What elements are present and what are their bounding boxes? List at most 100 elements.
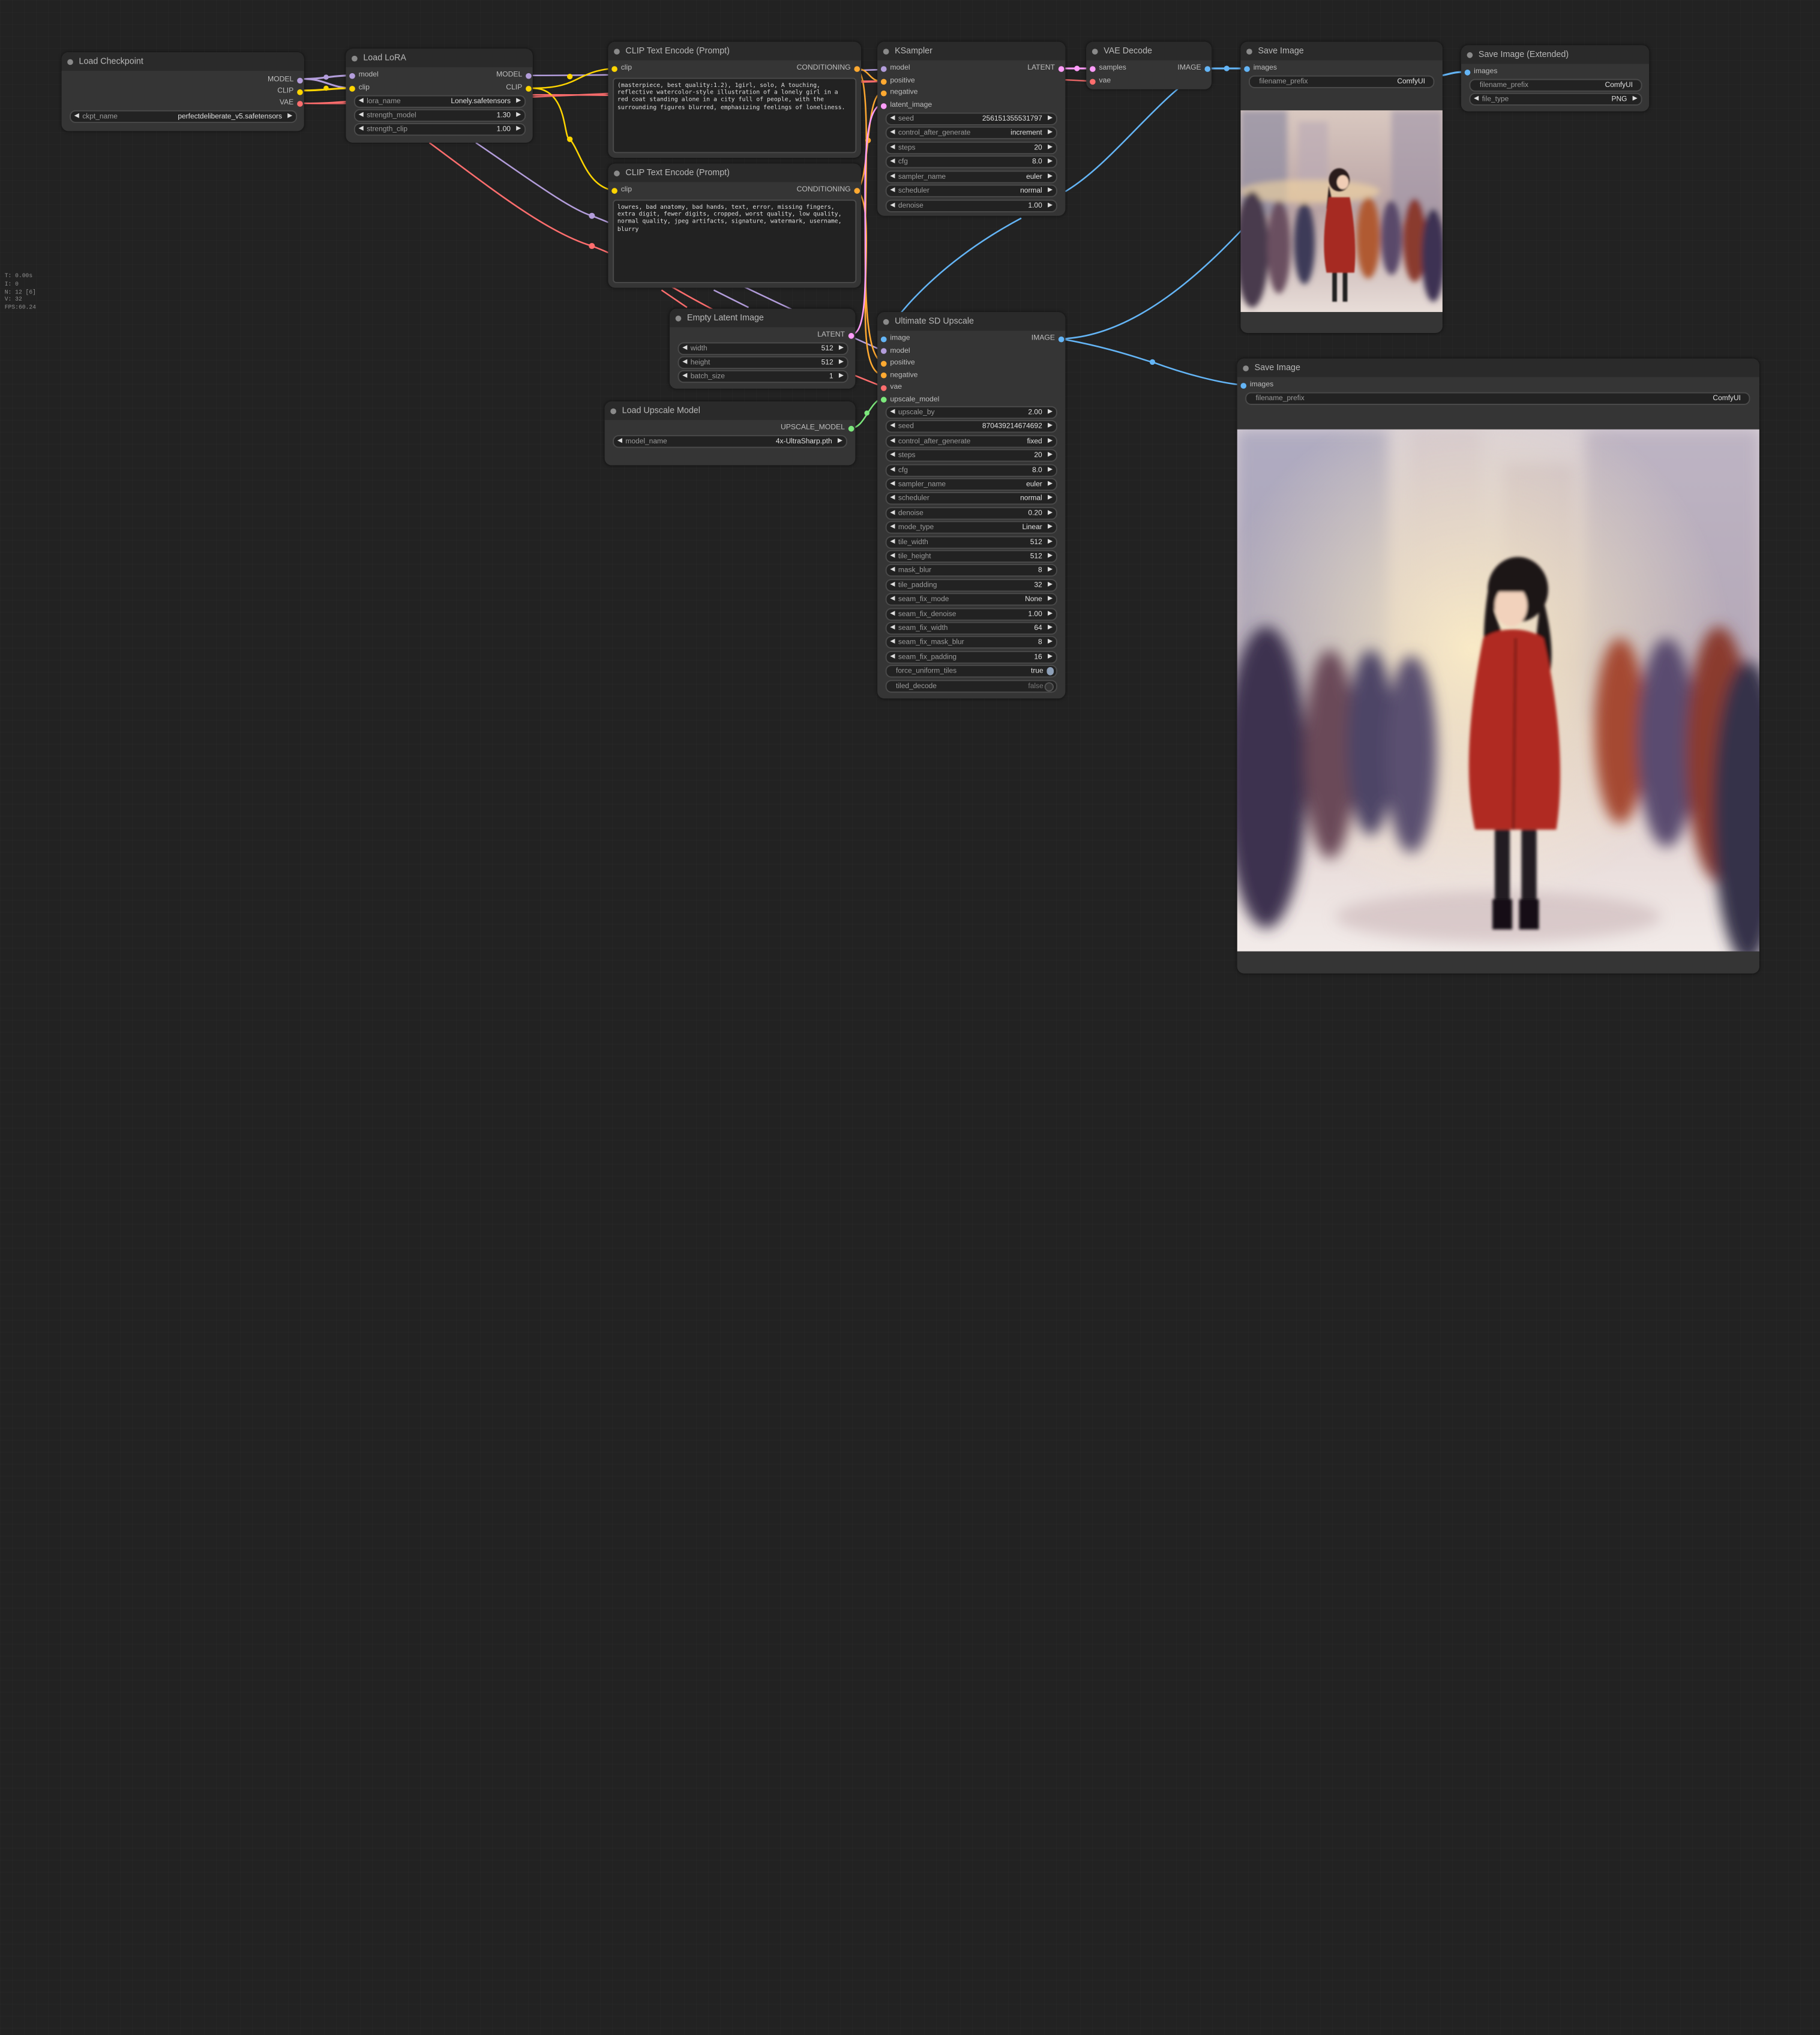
arrow-left-icon[interactable]: ◀ (890, 171, 895, 181)
usd-widget-seam-fix-mask-blur[interactable]: ◀ seam_fix_mask_blur 8 ▶ (885, 636, 1057, 649)
arrow-right-icon[interactable]: ▶ (1048, 465, 1053, 475)
pin[interactable] (1090, 78, 1096, 85)
pin[interactable] (848, 332, 854, 338)
arrow-right-icon[interactable]: ▶ (1048, 580, 1053, 590)
usd-widget-steps[interactable]: ◀ steps 20 ▶ (885, 449, 1057, 463)
input-positive[interactable]: positive (880, 77, 915, 85)
pin[interactable] (297, 88, 303, 95)
ks-widget-steps[interactable]: ◀ steps 20 ▶ (885, 140, 1057, 154)
usd-widget-seed[interactable]: ◀ seed 870439214674692 ▶ (885, 420, 1057, 434)
node-ultimate-sd-upscale[interactable]: Ultimate SD Upscale image model positive… (877, 312, 1066, 699)
arrow-left-icon[interactable]: ◀ (890, 479, 895, 490)
pin[interactable] (880, 348, 887, 354)
input-upscale-model[interactable]: upscale_model (880, 395, 939, 403)
output-latent[interactable]: LATENT (1027, 64, 1065, 72)
arrow-right-icon[interactable]: ▶ (1048, 422, 1053, 432)
usd-widget-sampler-name[interactable]: ◀ sampler_name euler ▶ (885, 478, 1057, 491)
file-type-combo[interactable]: ◀ file_type PNG ▶ (1469, 92, 1642, 106)
collapse-dot[interactable] (614, 48, 620, 54)
output-upscale-model[interactable]: UPSCALE_MODEL (781, 424, 855, 431)
arrow-right-icon[interactable]: ▶ (839, 371, 844, 382)
collapse-dot[interactable] (67, 58, 73, 65)
node-title[interactable]: VAE Decode (1086, 41, 1212, 61)
arrow-left-icon[interactable]: ◀ (890, 580, 895, 590)
arrow-left-icon[interactable]: ◀ (617, 436, 622, 446)
filename-prefix-input[interactable]: filename_prefix ComfyUI (1245, 392, 1750, 405)
toggle-off-icon[interactable] (1044, 682, 1054, 692)
input-clip[interactable]: clip (348, 83, 370, 92)
arrow-right-icon[interactable]: ▶ (1048, 494, 1053, 504)
pin[interactable] (880, 78, 887, 85)
arrow-right-icon[interactable]: ▶ (839, 343, 844, 353)
node-empty-latent-image[interactable]: Empty Latent Image LATENT ◀ width 512 ▶ ◀ he… (669, 308, 856, 389)
arrow-left-icon[interactable]: ◀ (890, 465, 895, 475)
pin[interactable] (880, 372, 887, 379)
collapse-dot[interactable] (883, 48, 889, 54)
pin[interactable] (526, 85, 532, 91)
height-number[interactable]: ◀ height 512 ▶ (677, 356, 848, 370)
node-title[interactable]: CLIP Text Encode (Prompt) (608, 41, 862, 61)
arrow-left-icon[interactable]: ◀ (890, 436, 895, 446)
arrow-left-icon[interactable]: ◀ (890, 113, 895, 124)
pin[interactable] (880, 385, 887, 391)
usd-widget-seam-fix-denoise[interactable]: ◀ seam_fix_denoise 1.00 ▶ (885, 607, 1057, 620)
arrow-left-icon[interactable]: ◀ (74, 112, 79, 122)
node-title[interactable]: KSampler (877, 41, 1066, 61)
output-image[interactable]: IMAGE (1177, 64, 1212, 72)
arrow-left-icon[interactable]: ◀ (359, 97, 364, 107)
arrow-left-icon[interactable]: ◀ (890, 185, 895, 196)
arrow-left-icon[interactable]: ◀ (890, 537, 895, 547)
pin[interactable] (1058, 335, 1065, 342)
arrow-right-icon[interactable]: ▶ (1048, 595, 1053, 605)
usd-widget-mask-blur[interactable]: ◀ mask_blur 8 ▶ (885, 564, 1057, 577)
input-model[interactable]: model (880, 346, 910, 355)
arrow-right-icon[interactable]: ▶ (516, 124, 521, 134)
filename-prefix-input[interactable]: filename_prefix ComfyUI (1248, 75, 1435, 88)
arrow-left-icon[interactable]: ◀ (359, 124, 364, 134)
collapse-dot[interactable] (675, 315, 682, 321)
ks-widget-control-after-generate[interactable]: ◀ control_after_generate increment ▶ (885, 126, 1057, 140)
tiled-decode-toggle[interactable]: tiled_decode false (885, 679, 1057, 692)
arrow-left-icon[interactable]: ◀ (890, 142, 895, 152)
arrow-left-icon[interactable]: ◀ (890, 609, 895, 619)
workflow-canvas[interactable]: T: 0.00s I: 0 N: 12 [6] V: 32 FPS:60.24 … (0, 0, 1820, 2035)
input-image[interactable]: image (880, 334, 910, 343)
arrow-left-icon[interactable]: ◀ (890, 200, 895, 211)
arrow-right-icon[interactable]: ▶ (838, 436, 842, 446)
ks-widget-scheduler[interactable]: ◀ scheduler normal ▶ (885, 184, 1057, 197)
pin[interactable] (1244, 65, 1250, 71)
pin[interactable] (880, 360, 887, 367)
collapse-dot[interactable] (1246, 48, 1252, 54)
arrow-right-icon[interactable]: ▶ (1048, 523, 1053, 533)
node-title[interactable]: Save Image (1240, 41, 1443, 61)
node-save-image-upscaled[interactable]: Save Image images filename_prefix ComfyUI (1237, 358, 1759, 974)
collapse-dot[interactable] (610, 407, 616, 414)
output-image[interactable]: IMAGE (1032, 334, 1066, 343)
usd-widget-tile-width[interactable]: ◀ tile_width 512 ▶ (885, 535, 1057, 548)
arrow-right-icon[interactable]: ▶ (1048, 451, 1053, 461)
arrow-right-icon[interactable]: ▶ (1048, 479, 1053, 490)
arrow-right-icon[interactable]: ▶ (1048, 508, 1053, 518)
arrow-right-icon[interactable]: ▶ (1048, 407, 1053, 418)
toggle-on-icon[interactable] (1046, 667, 1054, 676)
input-vae[interactable]: vae (880, 383, 902, 391)
input-samples[interactable]: samples (1089, 64, 1126, 72)
pin[interactable] (611, 65, 617, 71)
arrow-right-icon[interactable]: ▶ (1048, 566, 1053, 576)
strength-model-number[interactable]: ◀ strength_model 1.30 ▶ (353, 109, 526, 122)
node-load-checkpoint[interactable]: Load Checkpoint MODEL CLIP VAE ◀ ckpt_nam… (61, 52, 304, 131)
pin[interactable] (880, 103, 887, 109)
input-latent-image[interactable]: latent_image (880, 101, 932, 109)
pin[interactable] (880, 335, 887, 342)
pin[interactable] (854, 187, 860, 194)
input-model[interactable]: model (348, 71, 379, 79)
arrow-right-icon[interactable]: ▶ (287, 112, 292, 122)
upscaled-image-preview[interactable] (1237, 429, 1759, 952)
prompt-textarea[interactable]: lowres, bad anatomy, bad hands, text, er… (613, 199, 857, 283)
pin[interactable] (1464, 69, 1471, 75)
arrow-right-icon[interactable]: ▶ (1048, 185, 1053, 196)
prompt-textarea[interactable]: (masterpiece, best quality:1.2), 1girl, … (613, 77, 857, 154)
arrow-right-icon[interactable]: ▶ (839, 358, 844, 368)
input-images[interactable]: images (1243, 64, 1277, 72)
output-conditioning[interactable]: CONDITIONING (797, 185, 861, 194)
